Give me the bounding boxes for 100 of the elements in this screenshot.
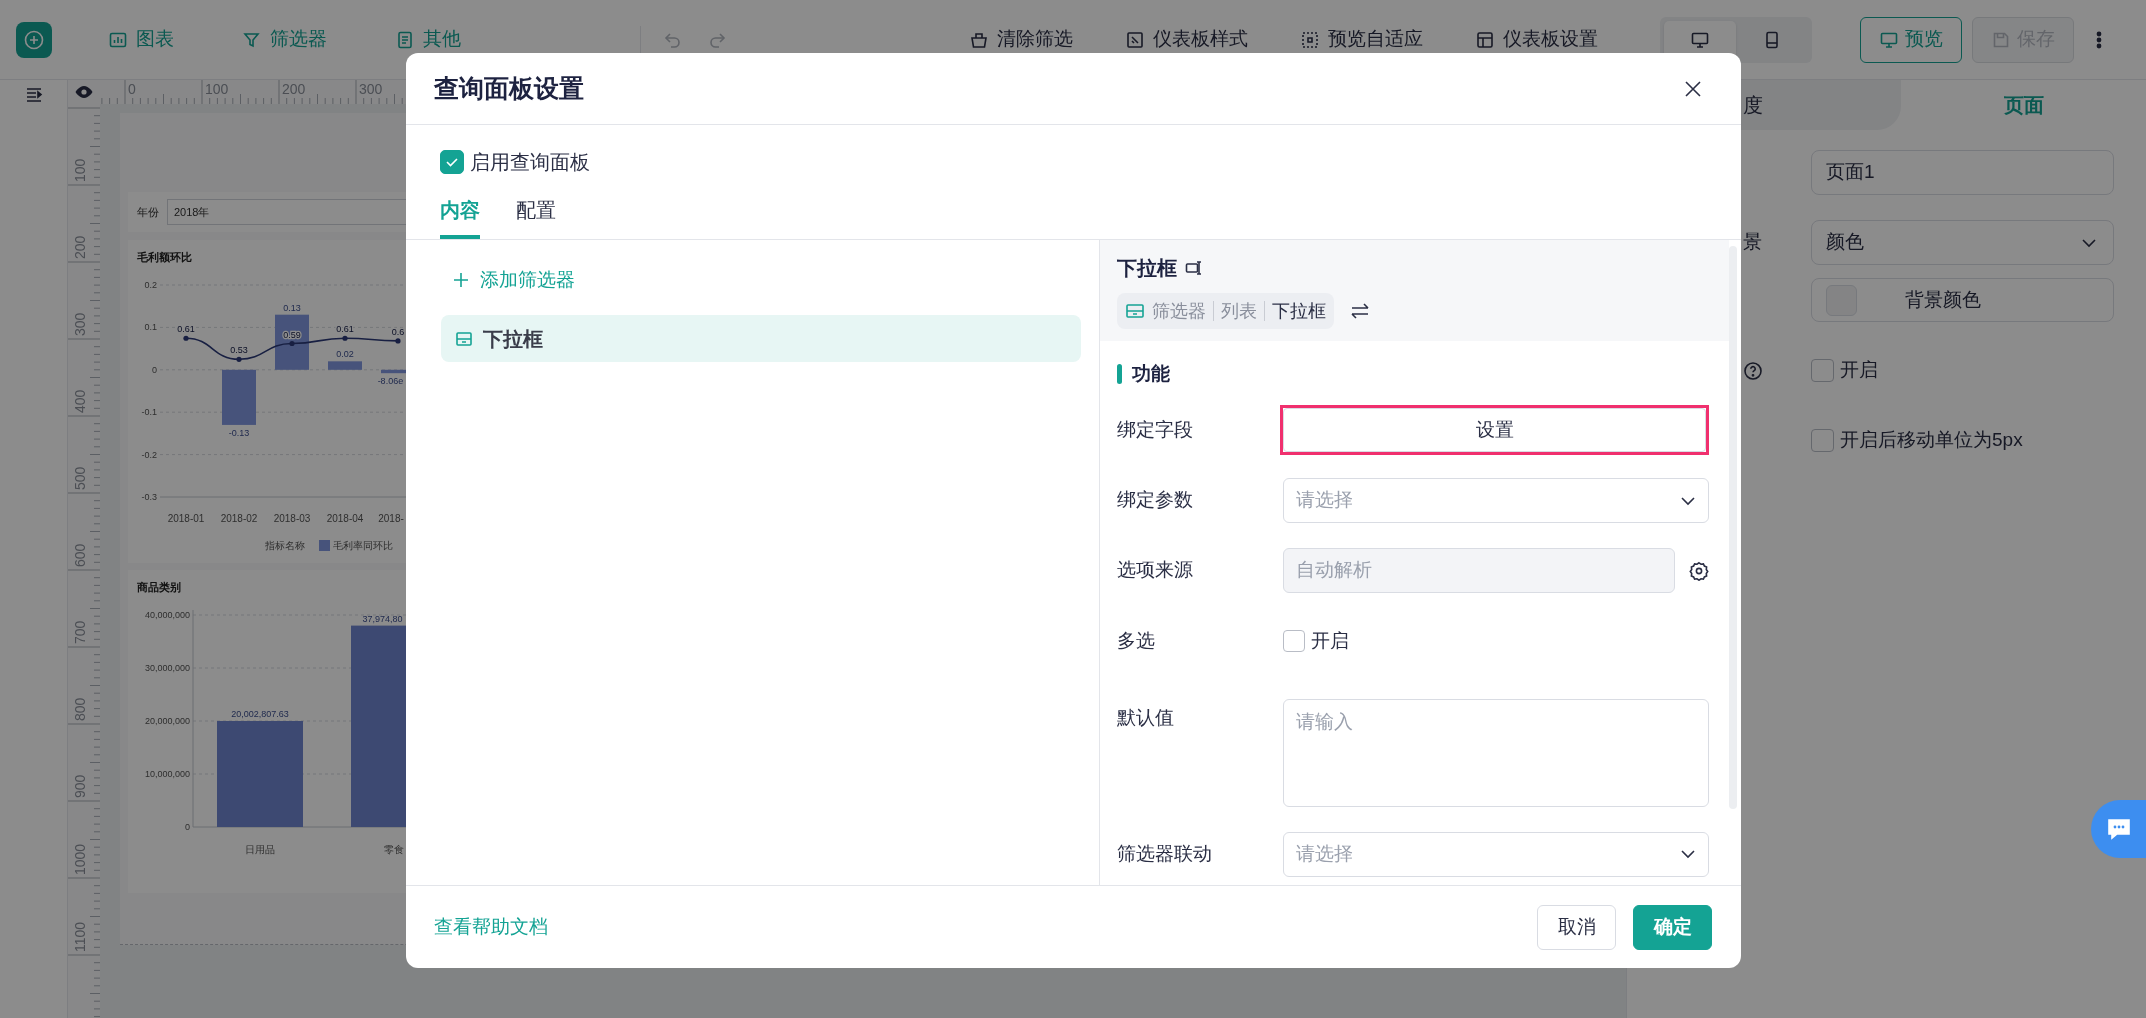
axis-label: 日用品	[245, 844, 275, 855]
settings-icon	[1689, 560, 1709, 581]
ruler-label: 100	[72, 158, 88, 182]
ruler-label: 800	[72, 697, 88, 721]
data-label: 0.13	[283, 302, 301, 313]
dialog-tab[interactable]: 配置	[516, 185, 556, 239]
ruler-label: 400	[72, 389, 88, 413]
toolbar-button[interactable]: 仪表板设置	[1475, 25, 1598, 54]
data-label: 0.53	[230, 345, 248, 356]
swap-button[interactable]	[1350, 302, 1370, 320]
field-label: 选项来源	[1117, 558, 1194, 583]
data-label: 37,974,80	[362, 613, 403, 624]
data-label: 0.59	[283, 329, 301, 340]
confirm-button[interactable]: 确定	[1633, 904, 1712, 950]
axis-label: 30,000,000	[144, 663, 190, 673]
plus-circle-icon	[23, 28, 45, 51]
brush-icon	[1125, 29, 1145, 50]
axis-label: 2018-	[378, 513, 404, 524]
ruler-label: 200	[282, 81, 306, 97]
ruler-label: 700	[72, 620, 88, 644]
axis-label: 2018-03	[273, 513, 311, 524]
menu-button[interactable]: 图表	[96, 19, 186, 60]
close-button[interactable]	[1683, 78, 1703, 99]
line-point	[236, 356, 242, 362]
field-label: 景	[1743, 230, 1762, 255]
checkbox-label: 启用查询面板	[470, 150, 590, 175]
name-field[interactable]: 页面1	[1811, 150, 2114, 195]
field-label: 多选	[1117, 629, 1156, 653]
dropdown-field[interactable]: 请选择	[1283, 478, 1709, 523]
set-button[interactable]: 设置	[1283, 408, 1706, 452]
breadcrumb-item: 列表	[1221, 299, 1257, 323]
dropdown-field[interactable]: 请选择	[1283, 831, 1709, 877]
axis-label: 零食	[384, 844, 404, 855]
data-label: 0.6	[391, 326, 405, 337]
bar	[328, 361, 362, 370]
chart-title: 毛利额环比	[136, 250, 193, 264]
axis-label: 2018-01	[167, 513, 205, 524]
layout-icon	[1475, 29, 1495, 50]
preview-button[interactable]: 预览	[1860, 16, 1962, 63]
line-point	[395, 338, 401, 344]
add-button[interactable]	[16, 21, 52, 58]
ruler-label: 100	[205, 81, 229, 97]
help-link[interactable]: 查看帮助文档	[434, 912, 548, 942]
filter-item[interactable]: 下拉框	[441, 315, 1081, 362]
add-filter-button[interactable]: 添加筛选器	[441, 268, 575, 292]
legend-title: 指标名称	[265, 540, 305, 551]
chart-title: 商品类别	[136, 580, 182, 594]
menu-button[interactable]: 筛选器	[230, 19, 339, 60]
close-icon	[1683, 78, 1703, 99]
ruler-label: 0	[128, 81, 136, 97]
checkbox[interactable]	[1283, 630, 1305, 653]
data-label: 20,002,807.63	[231, 709, 289, 719]
checkbox-label: 开启	[1840, 358, 1878, 383]
axis-label: 40,000,000	[144, 610, 190, 620]
chat-icon	[2105, 816, 2133, 842]
axis-label: -0.3	[141, 492, 157, 502]
more-button[interactable]	[2096, 29, 2102, 50]
axis-label: -0.2	[141, 449, 157, 460]
data-label: 0.02	[336, 349, 354, 360]
axis-label: 0	[185, 822, 190, 832]
field-label: 绑定字段	[1117, 417, 1194, 442]
line-point	[342, 335, 348, 341]
toolbar-button[interactable]: 预览自适应	[1300, 25, 1423, 54]
line-point	[289, 340, 295, 347]
axis-label: 0.1	[144, 322, 157, 333]
default-value-field[interactable]: 请输入	[1283, 698, 1709, 807]
checkbox-label: 开启	[1311, 629, 1349, 653]
axis-label: 10,000,000	[144, 769, 190, 779]
ruler-label: 900	[72, 774, 88, 798]
color-field[interactable]: 背景颜色	[1811, 278, 2114, 322]
dialog-tab[interactable]: 内容	[440, 185, 480, 239]
axis-label: 2018-02	[220, 513, 258, 524]
data-label: -8.06e	[377, 376, 404, 387]
settings-button[interactable]	[1689, 560, 1709, 581]
dropdown-field[interactable]: 颜色	[1811, 220, 2114, 265]
bar	[222, 369, 256, 425]
axis-label: 20,000,000	[144, 716, 190, 726]
ruler-label: 500	[72, 466, 88, 490]
legend-label: 毛利率同环比	[333, 540, 393, 551]
checkbox[interactable]	[440, 150, 464, 174]
field-label: 筛选器联动	[1117, 841, 1213, 866]
checkbox-label: 开启后移动单位为5px	[1840, 428, 2023, 453]
field-label: 绑定参数	[1117, 488, 1194, 513]
dialog-title: 查询面板设置	[434, 72, 584, 104]
section-title: 功能	[1132, 361, 1170, 386]
menu-button[interactable]: 其他	[383, 19, 473, 60]
checkbox[interactable]	[1811, 359, 1834, 382]
checkbox[interactable]	[1811, 429, 1834, 452]
swap-icon	[1350, 302, 1370, 320]
breadcrumb-item: 下拉框	[1272, 299, 1326, 323]
breadcrumb-item: 筛选器	[1152, 299, 1206, 323]
data-label: -0.13	[228, 427, 250, 438]
toolbar-button[interactable]: 清除筛选	[969, 25, 1073, 54]
toolbar-button[interactable]: 仪表板样式	[1125, 25, 1248, 54]
accent-bar	[1117, 364, 1122, 384]
more-icon	[2096, 29, 2102, 50]
cancel-button[interactable]: 取消	[1537, 904, 1616, 950]
axis-label: 2018-04	[326, 513, 364, 524]
axis-label: 0.2	[144, 280, 157, 290]
field-label: 默认值	[1117, 705, 1175, 730]
